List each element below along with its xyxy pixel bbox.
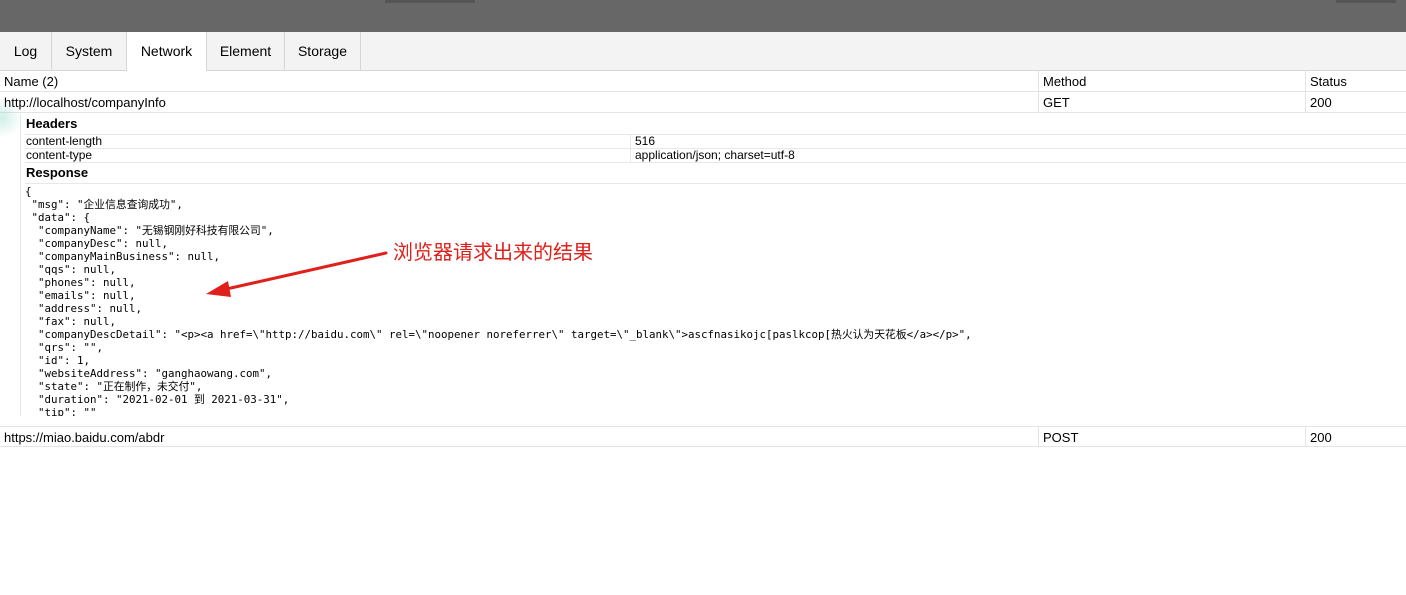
faded-heading — [385, 0, 475, 3]
header-key: content-type — [25, 148, 631, 163]
header-row: content-length 516 — [25, 134, 1406, 149]
tab-log[interactable]: Log — [0, 32, 52, 70]
response-section-title: Response — [26, 165, 89, 180]
headers-table: content-length 516 content-type applicat… — [25, 134, 1406, 163]
request-status: 200 — [1305, 92, 1332, 112]
headers-section-title: Headers — [26, 116, 78, 131]
tab-element[interactable]: Element — [207, 32, 285, 70]
request-url: http://localhost/companyInfo — [4, 95, 166, 110]
header-value: 516 — [630, 134, 1406, 149]
tab-system[interactable]: System — [52, 32, 127, 70]
tab-storage[interactable]: Storage — [285, 32, 361, 70]
table-row[interactable]: http://localhost/companyInfo GET 200 — [0, 92, 1406, 113]
request-method: POST — [1038, 427, 1078, 446]
header-row: content-type application/json; charset=u… — [25, 148, 1406, 163]
request-url: https://miao.baidu.com/abdr — [4, 430, 165, 445]
faded-heading — [1336, 0, 1396, 3]
header-value: application/json; charset=utf-8 — [630, 148, 1406, 163]
table-row[interactable]: https://miao.baidu.com/abdr POST 200 — [0, 426, 1406, 447]
column-header-status[interactable]: Status — [1305, 71, 1347, 91]
network-table-header: Name (2) Method Status — [0, 71, 1406, 92]
column-header-name[interactable]: Name (2) — [4, 71, 58, 91]
devtools-tab-bar: Log System Network Element Storage — [0, 32, 1406, 71]
dimmed-page-overlay — [0, 0, 1406, 32]
column-header-method[interactable]: Method — [1038, 71, 1086, 91]
annotation-label: 浏览器请求出来的结果 — [393, 240, 593, 264]
response-body[interactable]: { "msg": "企业信息查询成功", "data": { "companyN… — [25, 185, 1406, 416]
request-status: 200 — [1305, 427, 1332, 446]
request-method: GET — [1038, 92, 1070, 112]
header-key: content-length — [25, 134, 631, 149]
tab-network[interactable]: Network — [127, 32, 207, 71]
annotation-arrow-icon — [206, 251, 388, 297]
divider — [25, 183, 1406, 184]
